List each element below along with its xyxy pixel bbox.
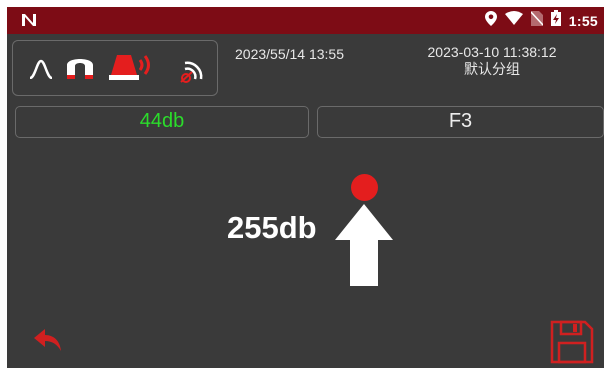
- decibel-field[interactable]: 44db: [15, 106, 309, 138]
- clock-time: 1:55: [568, 12, 598, 29]
- save-icon[interactable]: [549, 319, 595, 370]
- peak-curve-icon[interactable]: [29, 59, 53, 84]
- current-datetime: 2023/55/14 13:55: [235, 46, 344, 62]
- group-name: 默认分组: [464, 61, 520, 77]
- reading-value: 255db: [227, 210, 317, 245]
- back-icon[interactable]: [33, 327, 63, 358]
- battery-charging-icon: [550, 10, 561, 31]
- indicator-dot: [351, 174, 378, 201]
- no-sim-icon: [530, 10, 544, 31]
- signal-off-icon[interactable]: [179, 55, 205, 88]
- main-screen: 2023/55/14 13:55 2023-03-10 11:38:12 默认分…: [7, 34, 604, 368]
- alarm-horn-icon[interactable]: [109, 51, 155, 88]
- wifi-icon: [504, 11, 523, 30]
- record-info: 2023-03-10 11:38:12 默认分组: [407, 44, 577, 78]
- magnet-icon[interactable]: [65, 53, 95, 88]
- record-datetime: 2023-03-10 11:38:12: [427, 44, 557, 60]
- status-bar: 1:55: [7, 7, 604, 34]
- location-icon: [484, 10, 497, 31]
- notification-n-icon: [21, 13, 37, 32]
- frequency-field[interactable]: F3: [317, 106, 604, 138]
- up-arrow-icon: [335, 204, 393, 291]
- tool-panel: [12, 40, 218, 96]
